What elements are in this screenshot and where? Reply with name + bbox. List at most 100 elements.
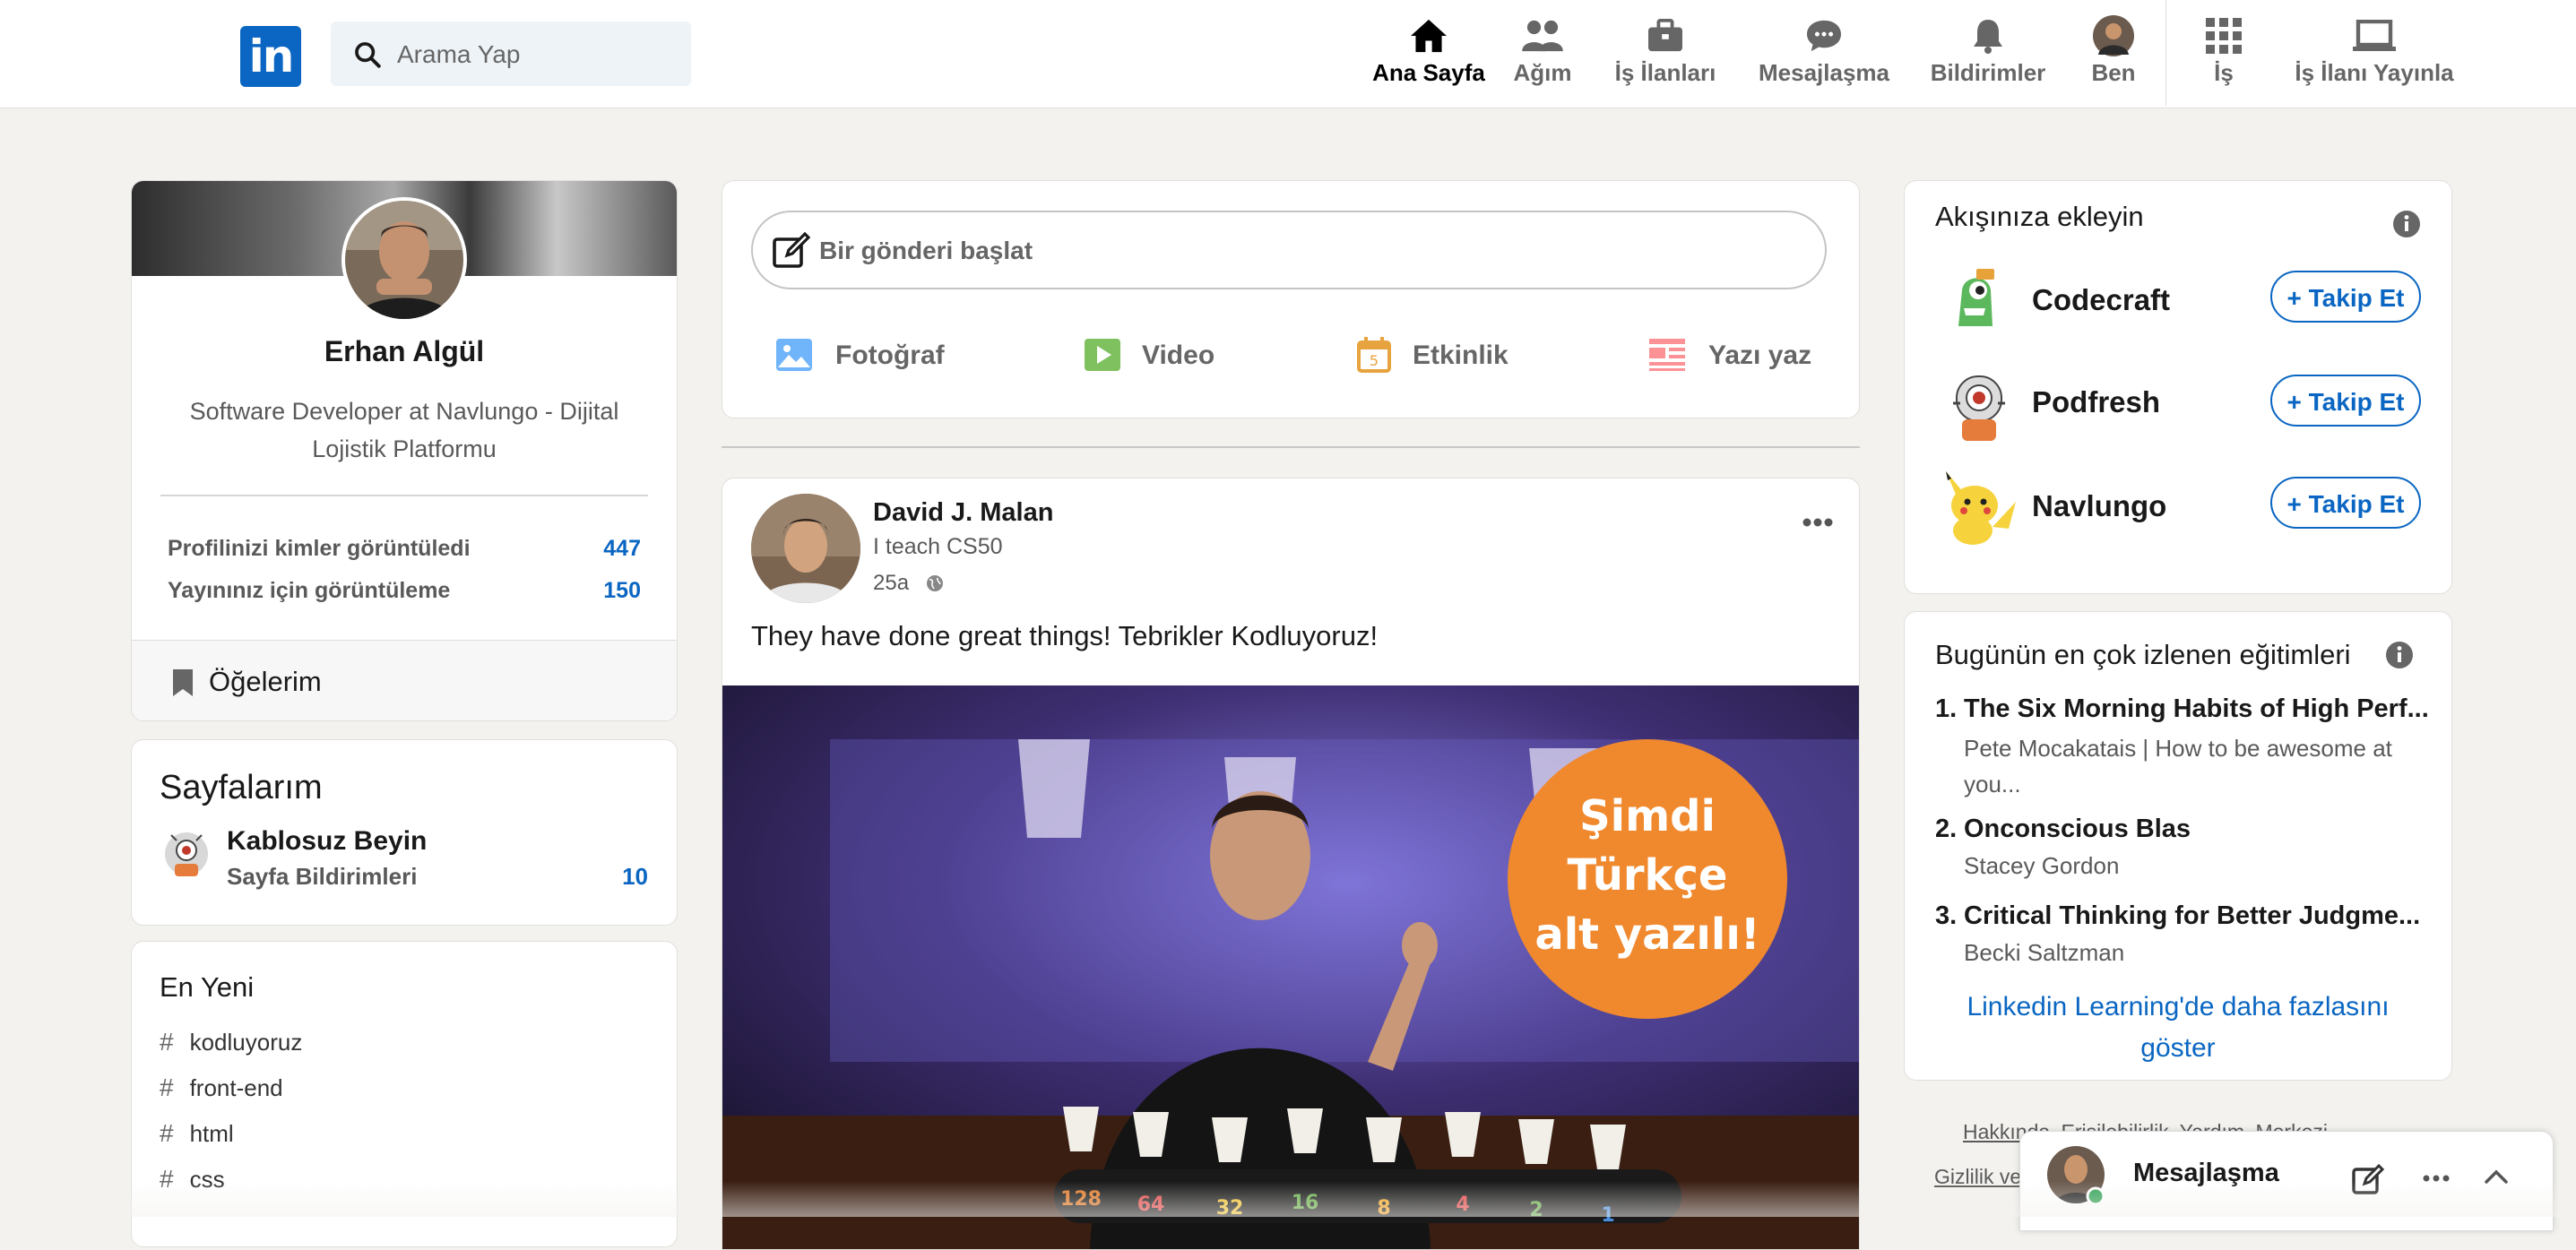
nav-me[interactable]: Ben xyxy=(2087,15,2140,91)
stat-post-views-number[interactable]: 150 xyxy=(603,578,641,603)
hash-icon: # xyxy=(160,1165,174,1193)
info-icon[interactable] xyxy=(2385,641,2414,669)
profile-photo[interactable] xyxy=(341,196,468,323)
stat-profile-views-value[interactable]: 447 xyxy=(544,536,641,562)
page-notifications-label[interactable]: Sayfa Bildirimleri xyxy=(227,863,417,891)
post-author-subtitle: I teach CS50 xyxy=(873,534,1003,559)
new-message-icon[interactable] xyxy=(2352,1164,2384,1194)
bulb-label: 8 xyxy=(1377,1197,1390,1220)
bulb-label: 4 xyxy=(1456,1194,1469,1216)
messaging-dock[interactable]: Mesajlaşma xyxy=(2019,1131,2554,1231)
hashtag-item[interactable]: # html xyxy=(160,1119,234,1148)
footer-privacy-link[interactable]: Gizlilik ve xyxy=(1934,1165,2021,1189)
post-image[interactable]: 128 64 32 16 8 4 2 1 Şimdi Türkçe alt ya… xyxy=(722,685,1859,1249)
add-to-feed-card: Akışınıza ekleyin Codecraft + Takip Et P… xyxy=(1904,180,2452,594)
stat-profile-views-number[interactable]: 447 xyxy=(603,536,641,561)
stat-profile-views-label[interactable]: Profilinizi kimler görüntüledi xyxy=(168,536,471,562)
top-navigation: in Ana Sayfa Ağım İş İlanları Mesajlaşma… xyxy=(0,0,2576,108)
post-time: 25a xyxy=(873,571,910,595)
start-post-button[interactable]: Bir gönderi başlat xyxy=(751,211,1827,289)
page-logo[interactable] xyxy=(159,826,214,882)
video-label: Video xyxy=(1142,341,1215,370)
hashtag-item[interactable]: # css xyxy=(160,1165,225,1194)
bookmark-icon xyxy=(173,669,193,696)
video-icon xyxy=(1085,339,1120,371)
nav-jobs[interactable]: İş İlanları xyxy=(1610,16,1721,91)
hashtag-label: kodluyoruz xyxy=(189,1029,303,1056)
hashtag-item[interactable]: # front-end xyxy=(160,1073,283,1102)
suggest-name-navlungo[interactable]: Navlungo xyxy=(2032,489,2166,523)
navlungo-logo[interactable] xyxy=(1937,466,2023,547)
bulb-label: 128 xyxy=(1060,1188,1102,1211)
course-title[interactable]: The Six Morning Habits of High Perf... xyxy=(1964,694,2439,724)
nav-post-job-label: İş İlanı Yayınla xyxy=(2295,59,2454,86)
learning-more-link[interactable]: Linkedin Learning'de daha fazlasını göst… xyxy=(1941,987,2416,1069)
learning-card: Bugünün en çok izlenen eğitimleri 1. The… xyxy=(1904,611,2452,1081)
course-author: Pete Mocakatais | How to be awesome at y… xyxy=(1964,735,2392,797)
bell-icon xyxy=(1974,20,2002,54)
more-options-icon[interactable] xyxy=(2422,1173,2451,1184)
hashtag-label: html xyxy=(189,1120,234,1147)
post-author-avatar[interactable] xyxy=(751,494,860,603)
course-title[interactable]: Critical Thinking for Better Judgme... xyxy=(1964,901,2439,931)
podfresh-logo[interactable] xyxy=(1941,367,2018,444)
profile-name[interactable]: Erhan Algül xyxy=(132,335,677,368)
bulb-label: 64 xyxy=(1137,1194,1165,1216)
nav-work-label: İş xyxy=(2214,59,2234,86)
hashtag-item[interactable]: # kodluyoruz xyxy=(160,1028,302,1056)
course-author: Becki Saltzman xyxy=(1964,939,2125,966)
chevron-up-icon[interactable] xyxy=(2483,1166,2510,1187)
bulb-label: 16 xyxy=(1292,1192,1319,1214)
start-post-placeholder: Bir gönderi başlat xyxy=(819,237,1033,264)
grid-icon xyxy=(2206,18,2242,54)
divider xyxy=(160,495,648,496)
nav-network[interactable]: Ağım xyxy=(1509,16,1576,91)
badge-line: Türkçe xyxy=(1568,850,1728,901)
post-author-name[interactable]: David J. Malan xyxy=(873,498,1053,528)
network-icon xyxy=(1522,20,1563,52)
stat-post-views-value[interactable]: 150 xyxy=(544,578,641,604)
post-text: They have done great things! Tebrikler K… xyxy=(751,620,1379,651)
messaging-label: Mesajlaşma xyxy=(2133,1159,2279,1187)
compose-icon xyxy=(773,232,810,268)
my-pages-title: Sayfalarım xyxy=(160,769,323,806)
nav-notifications[interactable]: Bildirimler xyxy=(1927,16,2049,91)
nav-home[interactable]: Ana Sayfa xyxy=(1370,16,1488,91)
suggest-name-codecraft[interactable]: Codecraft xyxy=(2032,283,2170,317)
search-box[interactable] xyxy=(331,22,691,88)
nav-divider xyxy=(2165,0,2166,106)
stat-post-views-label[interactable]: Yayınınız için görüntüleme xyxy=(168,578,450,604)
more-options-icon[interactable] xyxy=(1802,517,1834,528)
bulb-label: 1 xyxy=(1601,1204,1614,1227)
page-notifications-count[interactable]: 10 xyxy=(580,863,648,891)
calendar-icon: 5 xyxy=(1357,337,1391,373)
article-icon xyxy=(1649,339,1685,371)
course-title[interactable]: Onconscious Blas xyxy=(1964,815,2439,844)
nav-network-label: Ağım xyxy=(1513,59,1572,86)
profile-card: Erhan Algül Software Developer at Navlun… xyxy=(131,180,678,721)
my-items-row[interactable]: Öğelerim xyxy=(132,640,677,720)
hashtag-label: front-end xyxy=(189,1074,283,1101)
search-input[interactable] xyxy=(395,22,677,88)
follow-button[interactable]: + Takip Et xyxy=(2270,375,2421,427)
photo-icon xyxy=(776,339,812,371)
nav-jobs-label: İş İlanları xyxy=(1614,59,1716,86)
messaging-icon xyxy=(1807,20,1841,52)
recent-card: En Yeni # kodluyoruz # front-end # html # cs… xyxy=(131,941,678,1247)
suggest-name-podfresh[interactable]: Podfresh xyxy=(2032,385,2160,419)
info-icon[interactable] xyxy=(2392,210,2421,238)
profile-headline: Software Developer at Navlungo - Dijital… xyxy=(189,398,619,462)
follow-button[interactable]: + Takip Et xyxy=(2270,271,2421,323)
svg-text:5: 5 xyxy=(1370,352,1379,369)
linkedin-logo[interactable]: in xyxy=(240,26,301,87)
hashtag-label: css xyxy=(189,1166,225,1193)
codecraft-logo[interactable] xyxy=(1941,263,2009,332)
write-article-label: Yazı yaz xyxy=(1708,341,1812,370)
nav-post-job[interactable]: İş İlanı Yayınla xyxy=(2293,16,2456,91)
nav-work[interactable]: İş xyxy=(2203,16,2244,91)
course-number: 1. xyxy=(1935,694,1958,723)
nav-messaging[interactable]: Mesajlaşma xyxy=(1755,16,1893,91)
follow-button[interactable]: + Takip Et xyxy=(2270,477,2421,529)
messaging-avatar xyxy=(2047,1146,2105,1206)
page-name[interactable]: Kablosuz Beyin xyxy=(227,826,427,857)
